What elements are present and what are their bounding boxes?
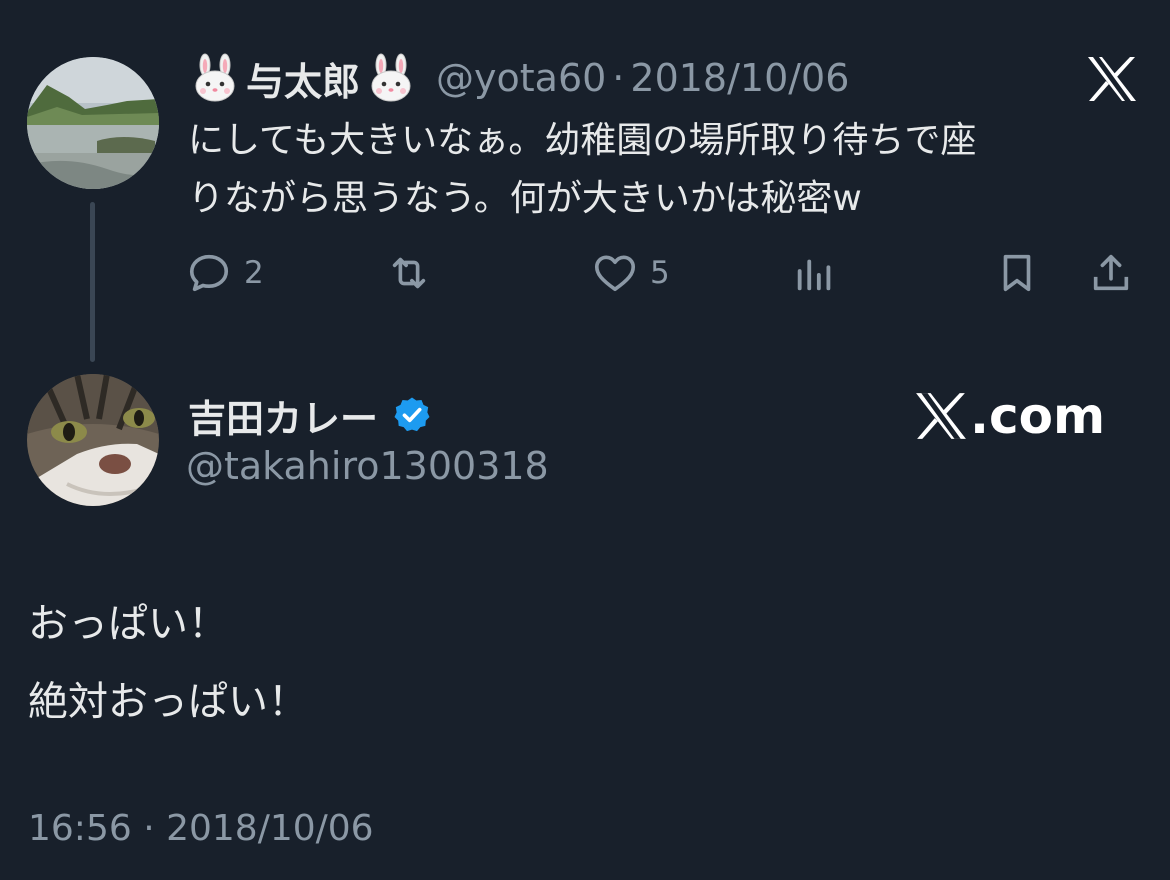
watermark-domain-text: .com bbox=[970, 387, 1106, 445]
share-icon bbox=[1093, 254, 1129, 291]
like-button[interactable]: 5 bbox=[592, 248, 670, 298]
tweet-text-line: りながら思うなう。何が大きいかは秘密w bbox=[188, 178, 862, 219]
reply-handle[interactable]: @takahiro1300318 bbox=[186, 444, 549, 488]
reply-display-name[interactable]: 吉田カレー bbox=[188, 388, 378, 443]
parent-handle[interactable]: @yota60 bbox=[436, 56, 606, 100]
analytics-bar-icon bbox=[797, 259, 831, 291]
reply-button[interactable]: 2 bbox=[186, 248, 264, 298]
cat-avatar-image bbox=[27, 374, 159, 506]
tweet-text-line: にしても大きいなぁ。幼稚園の場所取り待ちで座 bbox=[188, 120, 977, 161]
bookmark-button[interactable] bbox=[994, 248, 1040, 298]
x-com-watermark: .com bbox=[914, 386, 1105, 446]
tweet-text-line: 絶対おっぱい！ bbox=[28, 679, 308, 725]
reply-avatar[interactable] bbox=[27, 374, 159, 506]
rabbit-emoji-icon bbox=[366, 53, 416, 103]
landscape-avatar-image bbox=[27, 57, 159, 189]
parent-display-name[interactable]: 与太郎 bbox=[246, 51, 360, 106]
header-separator: · bbox=[612, 56, 625, 100]
views-button[interactable] bbox=[792, 248, 838, 298]
like-count: 5 bbox=[650, 255, 670, 291]
parent-tweet-text: にしても大きいなぁ。幼稚園の場所取り待ちで座 りながら思うなう。何が大きいかは秘… bbox=[188, 112, 1138, 228]
x-logo-icon bbox=[916, 393, 966, 439]
heart-icon bbox=[594, 255, 636, 292]
thread-connector-line bbox=[90, 202, 95, 362]
tweet-action-bar: 2 5 bbox=[186, 248, 1146, 298]
reply-tweet-header: 吉田カレー bbox=[188, 388, 432, 442]
parent-date[interactable]: 2018/10/06 bbox=[630, 56, 849, 100]
reply-timestamp[interactable]: 16:56 · 2018/10/06 bbox=[28, 808, 374, 849]
reply-count: 2 bbox=[244, 255, 264, 291]
parent-tweet-header: 与太郎 @yota60 · 2018/10/06 bbox=[190, 52, 849, 104]
reply-bubble-icon bbox=[189, 254, 229, 292]
parent-avatar[interactable] bbox=[27, 57, 159, 189]
share-button[interactable] bbox=[1088, 248, 1134, 298]
tweet-text-line: おっぱい！ bbox=[28, 601, 228, 647]
x-logo-icon[interactable] bbox=[1086, 55, 1138, 103]
verified-badge-icon bbox=[394, 397, 430, 432]
retweet-icon bbox=[392, 257, 426, 289]
rabbit-emoji-icon bbox=[190, 53, 240, 103]
retweet-button[interactable] bbox=[386, 248, 444, 298]
bookmark-icon bbox=[1003, 254, 1031, 292]
reply-tweet-text: おっぱい！ 絶対おっぱい！ bbox=[28, 585, 308, 741]
